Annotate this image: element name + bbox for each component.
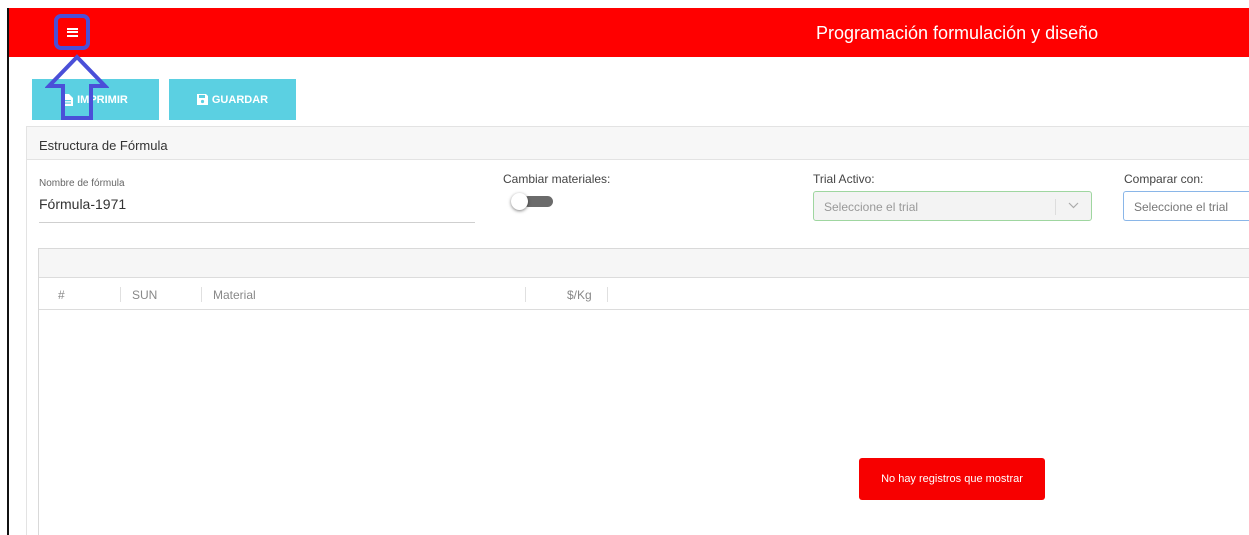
formula-name-field[interactable]: Fórmula-1971 (39, 196, 126, 212)
materials-table: # SUN Material $/Kg (38, 248, 1249, 535)
column-separator (525, 287, 526, 302)
chevron-down-icon (1068, 202, 1079, 209)
compare-trial-select[interactable]: Seleccione el trial (1123, 191, 1249, 221)
active-trial-select[interactable]: Seleccione el trial (813, 191, 1092, 221)
active-trial-placeholder: Seleccione el trial (824, 200, 919, 214)
formula-name-underline (39, 222, 475, 223)
panel-title: Estructura de Fórmula (39, 138, 168, 153)
compare-trial-placeholder: Seleccione el trial (1134, 200, 1229, 214)
hamburger-menu-button[interactable] (54, 14, 90, 50)
select-separator (1055, 199, 1056, 215)
column-separator (201, 287, 202, 302)
app-title: Programación formulación y diseño (816, 23, 1099, 43)
column-separator (120, 287, 121, 302)
panel-header: Estructura de Fórmula (27, 127, 1249, 160)
formula-name-label: Nombre de fórmula (39, 178, 125, 189)
save-button-label: GUARDAR (211, 93, 269, 106)
column-header-number[interactable]: # (58, 288, 65, 302)
toggle-knob (511, 193, 528, 210)
column-separator (607, 287, 608, 302)
column-header-material[interactable]: Material (213, 288, 256, 302)
active-trial-label: Trial Activo: (813, 172, 875, 186)
empty-records-message: No hay registros que mostrar (859, 458, 1045, 500)
save-button[interactable]: GUARDAR (169, 79, 296, 120)
up-arrow-icon (45, 54, 109, 120)
hamburger-menu-icon (66, 27, 78, 37)
top-bar: Programación formulación y diseño (9, 8, 1249, 57)
column-header-sun[interactable]: SUN (132, 288, 157, 302)
window-border (7, 8, 9, 535)
table-toolbar (39, 249, 1249, 278)
change-materials-label: Cambiar materiales: (503, 172, 611, 186)
compare-with-label: Comparar con: (1124, 172, 1204, 186)
table-header: # SUN Material $/Kg (39, 278, 1249, 310)
floppy-disk-icon (196, 94, 208, 105)
column-header-price[interactable]: $/Kg (567, 288, 592, 302)
change-materials-toggle[interactable] (511, 193, 553, 210)
